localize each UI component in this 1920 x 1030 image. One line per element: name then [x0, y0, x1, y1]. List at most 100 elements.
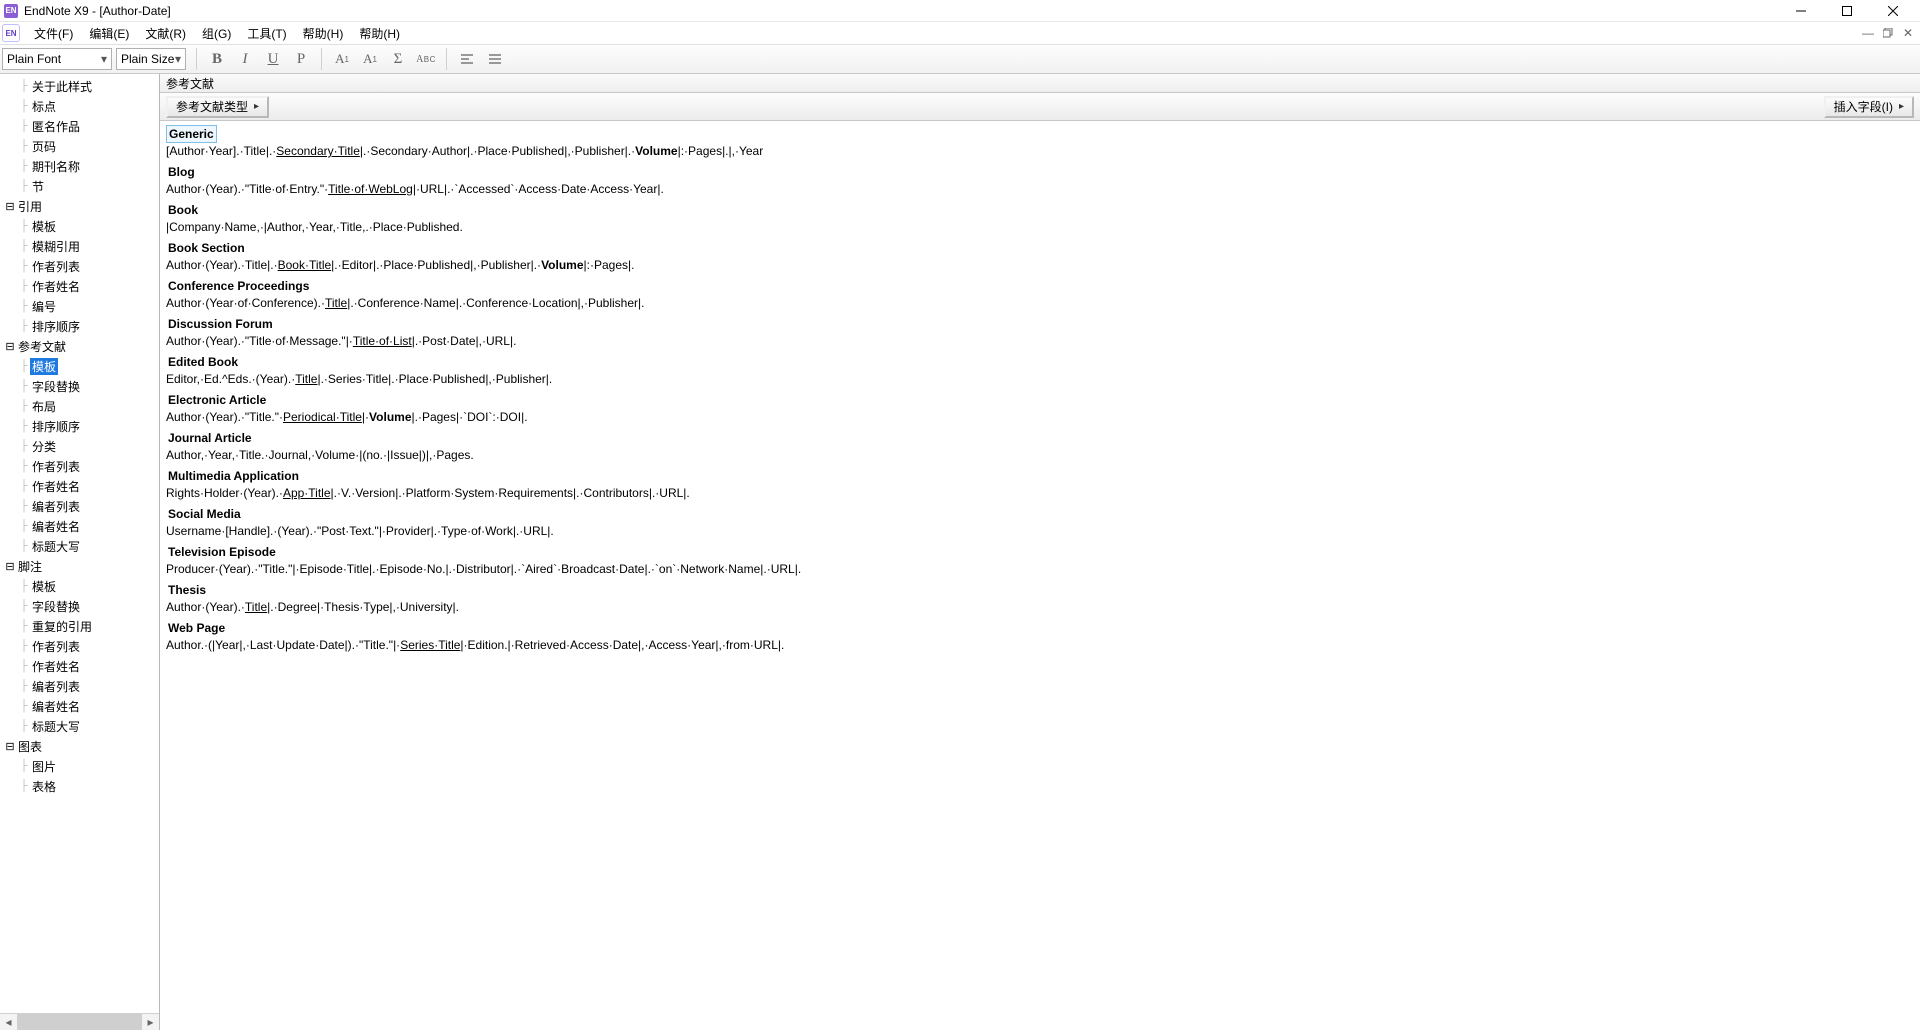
menu-item[interactable]: 组(G)	[194, 23, 239, 44]
symbol-button[interactable]: Σ	[384, 46, 412, 72]
template-body[interactable]: Author·(Year).·Title|.·Degree|·Thesis·Ty…	[166, 599, 1914, 615]
template-block[interactable]: Discussion ForumAuthor·(Year).·"Title·of…	[166, 315, 1914, 349]
tree-item[interactable]: ├作者姓名	[0, 476, 159, 496]
tree-item[interactable]: ⊟引用	[0, 196, 159, 216]
template-body[interactable]: [Author·Year].·Title|.·Secondary·Title|.…	[166, 143, 1914, 159]
italic-button[interactable]: I	[231, 46, 259, 72]
tree-item[interactable]: ├布局	[0, 396, 159, 416]
tree-item[interactable]: ├模板	[0, 216, 159, 236]
smallcaps-button[interactable]: ABC	[412, 46, 440, 72]
tree-item[interactable]: ├排序顺序	[0, 316, 159, 336]
tree-item[interactable]: ├字段替换	[0, 596, 159, 616]
tree-item[interactable]: ├模板	[0, 576, 159, 596]
tree-item[interactable]: ├期刊名称	[0, 156, 159, 176]
template-block[interactable]: Journal ArticleAuthor,·Year,·Title.·Jour…	[166, 429, 1914, 463]
tree-item[interactable]: ├分类	[0, 436, 159, 456]
tree-item[interactable]: ├编号	[0, 296, 159, 316]
tree-item[interactable]: ├标题大写	[0, 536, 159, 556]
reference-type-button[interactable]: 参考文献类型 ▸	[166, 96, 269, 118]
tree-item[interactable]: ├作者姓名	[0, 276, 159, 296]
template-body[interactable]: Author·(Year).·"Title·of·Entry."·Title·o…	[166, 181, 1914, 197]
bold-button[interactable]: B	[203, 46, 231, 72]
tree-item[interactable]: ├作者列表	[0, 456, 159, 476]
tree-item[interactable]: ├作者列表	[0, 636, 159, 656]
template-body[interactable]: Author,·Year,·Title.·Journal,·Volume·|(n…	[166, 447, 1914, 463]
tree-item[interactable]: ├作者姓名	[0, 656, 159, 676]
plain-button[interactable]: P	[287, 46, 315, 72]
underline-button[interactable]: U	[259, 46, 287, 72]
tree-item[interactable]: ├编者姓名	[0, 516, 159, 536]
template-block[interactable]: Web PageAuthor.·(|Year|,·Last·Update·Dat…	[166, 619, 1914, 653]
mdi-minimize-button[interactable]: —	[1858, 25, 1878, 41]
template-body[interactable]: |Company·Name,·|Author,·Year,·Title,.·Pl…	[166, 219, 1914, 235]
tree-item[interactable]: ├匿名作品	[0, 116, 159, 136]
tree-item[interactable]: ├编者列表	[0, 676, 159, 696]
mdi-close-button[interactable]: ✕	[1898, 25, 1918, 41]
tree-item[interactable]: ├排序顺序	[0, 416, 159, 436]
font-selector[interactable]: Plain Font▾	[2, 48, 112, 70]
align-left-button[interactable]	[453, 46, 481, 72]
tree-item[interactable]: ├关于此样式	[0, 76, 159, 96]
template-block[interactable]: Edited BookEditor,·Ed.^Eds.·(Year).·Titl…	[166, 353, 1914, 387]
tree-item[interactable]: ├编者列表	[0, 496, 159, 516]
menu-item[interactable]: 帮助(H)	[295, 23, 352, 44]
template-block[interactable]: Electronic ArticleAuthor·(Year).·"Title.…	[166, 391, 1914, 425]
collapse-icon[interactable]: ⊟	[4, 560, 16, 573]
template-body[interactable]: Author.·(|Year|,·Last·Update·Date|).·"Ti…	[166, 637, 1914, 653]
template-body[interactable]: Producer·(Year).·"Title."|·Episode·Title…	[166, 561, 1914, 577]
tree-item[interactable]: ├节	[0, 176, 159, 196]
scroll-left-icon[interactable]: ◂	[0, 1014, 17, 1030]
menu-item[interactable]: 文件(F)	[26, 23, 81, 44]
tree-item[interactable]: ├图片	[0, 756, 159, 776]
menu-item[interactable]: 工具(T)	[239, 23, 294, 44]
minimize-button[interactable]	[1778, 0, 1824, 22]
subscript-button[interactable]: A1	[356, 46, 384, 72]
menu-item[interactable]: 编辑(E)	[81, 23, 137, 44]
template-block[interactable]: Conference ProceedingsAuthor·(Year·of·Co…	[166, 277, 1914, 311]
template-body[interactable]: Author·(Year).·"Title·of·Message."|·Titl…	[166, 333, 1914, 349]
collapse-icon[interactable]: ⊟	[4, 340, 16, 353]
style-tree[interactable]: ├关于此样式├标点├匿名作品├页码├期刊名称├节⊟引用├模板├模糊引用├作者列表…	[0, 74, 159, 1013]
menu-item[interactable]: 文献(R)	[137, 23, 194, 44]
collapse-icon[interactable]: ⊟	[4, 740, 16, 753]
sidebar-hscrollbar[interactable]: ◂ ▸	[0, 1013, 159, 1030]
tree-item[interactable]: ├模糊引用	[0, 236, 159, 256]
template-body[interactable]: Editor,·Ed.^Eds.·(Year).·Title|.·Series·…	[166, 371, 1914, 387]
template-body[interactable]: Rights·Holder·(Year).·App·Title|.·V.·Ver…	[166, 485, 1914, 501]
superscript-button[interactable]: A1	[328, 46, 356, 72]
template-body[interactable]: Author·(Year).·"Title."·Periodical·Title…	[166, 409, 1914, 425]
tree-item[interactable]: ⊟图表	[0, 736, 159, 756]
template-body[interactable]: Username·[Handle].·(Year).·"Post·Text."|…	[166, 523, 1914, 539]
tree-item[interactable]: ├标点	[0, 96, 159, 116]
insert-field-button[interactable]: 插入字段(I) ▸	[1824, 96, 1914, 118]
template-block[interactable]: Multimedia ApplicationRights·Holder·(Yea…	[166, 467, 1914, 501]
scroll-thumb[interactable]	[17, 1014, 142, 1030]
tree-item[interactable]: ├标题大写	[0, 716, 159, 736]
template-block[interactable]: Generic[Author·Year].·Title|.·Secondary·…	[166, 125, 1914, 159]
mdi-restore-button[interactable]	[1878, 25, 1898, 41]
template-block[interactable]: Television EpisodeProducer·(Year).·"Titl…	[166, 543, 1914, 577]
close-button[interactable]	[1870, 0, 1916, 22]
maximize-button[interactable]	[1824, 0, 1870, 22]
tree-item[interactable]: ⊟参考文献	[0, 336, 159, 356]
scroll-right-icon[interactable]: ▸	[142, 1014, 159, 1030]
template-block[interactable]: Social MediaUsername·[Handle].·(Year).·"…	[166, 505, 1914, 539]
tree-item[interactable]: ├页码	[0, 136, 159, 156]
tree-item[interactable]: ├重复的引用	[0, 616, 159, 636]
menu-item[interactable]: 帮助(H)	[351, 23, 408, 44]
tree-item[interactable]: ├字段替换	[0, 376, 159, 396]
template-editor[interactable]: Generic[Author·Year].·Title|.·Secondary·…	[160, 121, 1920, 1030]
tree-item[interactable]: ⊟脚注	[0, 556, 159, 576]
size-selector[interactable]: Plain Size▾	[116, 48, 186, 70]
tree-item[interactable]: ├编者姓名	[0, 696, 159, 716]
tree-item[interactable]: ├模板	[0, 356, 159, 376]
tree-item[interactable]: ├作者列表	[0, 256, 159, 276]
template-body[interactable]: Author·(Year).·Title|.·Book·Title|.·Edit…	[166, 257, 1914, 273]
align-justify-button[interactable]	[481, 46, 509, 72]
template-block[interactable]: Book|Company·Name,·|Author,·Year,·Title,…	[166, 201, 1914, 235]
collapse-icon[interactable]: ⊟	[4, 200, 16, 213]
template-block[interactable]: BlogAuthor·(Year).·"Title·of·Entry."·Tit…	[166, 163, 1914, 197]
template-block[interactable]: Book SectionAuthor·(Year).·Title|.·Book·…	[166, 239, 1914, 273]
template-body[interactable]: Author·(Year·of·Conference).·Title|.·Con…	[166, 295, 1914, 311]
tree-item[interactable]: ├表格	[0, 776, 159, 796]
